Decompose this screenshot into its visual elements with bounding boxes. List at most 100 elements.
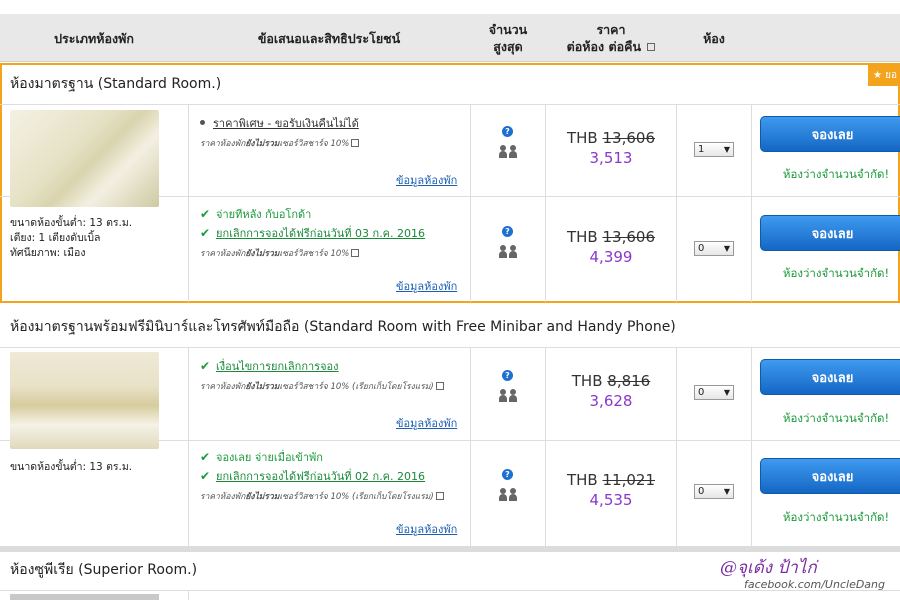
check-icon: ✔ [200,468,211,483]
offer-link[interactable]: ราคาพิเศษ - ขอรับเงินคืนไม่ได้ [213,114,359,132]
max-occupancy: ? [470,370,545,403]
price-cell: THB 13,606 3,513 [546,129,676,167]
book-now-button[interactable]: จองเลย [760,116,900,152]
note-suffix: เซอร์วิสชาร์จ 10% (เรียกเก็บโดยโรงแรม) [279,492,434,502]
book-now-button[interactable]: จองเลย [760,215,900,251]
watermark-name: @จุเด้ง ป้าไก่ [720,558,817,578]
check-icon: ✔ [200,358,211,373]
check-icon: ✔ [200,206,211,221]
old-price: 11,021 [602,471,656,489]
room-size: ขนาดห้องขั้นต่ำ: 13 ตร.ม. [10,217,133,229]
discounted-price: 4,399 [589,248,633,266]
external-link-icon[interactable] [435,382,444,390]
header-price-l1: ราคา [596,22,626,37]
currency: THB [566,228,598,246]
note-bold: ยังไม่รวม [245,382,280,392]
room-photo[interactable] [10,352,159,449]
note-prefix: ราคาห้องพัก [200,249,246,259]
top-strip [0,0,900,14]
header-offers: ข้อเสนอและสิทธิประโยชน์ [257,30,401,46]
external-link-icon[interactable] [351,139,360,147]
room-info: ขนาดห้องขั้นต่ำ: 13 ตร.ม. เตียง: 1 เตียง… [10,216,132,261]
discounted-price: 4,535 [589,491,633,509]
book-now-button[interactable]: จองเลย [760,359,900,395]
dropdown-arrow-icon: ▼ [723,145,730,154]
room-title: ห้องมาตรฐาน (Standard Room.) [10,76,222,92]
dropdown-arrow-icon: ▼ [723,388,730,397]
price-note: ราคาห้องพัก ยังไม่รวม เซอร์วิสชาร์จ 10% (… [200,379,465,393]
free-cancel-link[interactable]: ยกเลิกการจองได้ฟรีก่อนวันที่ 03 ก.ค. 201… [216,224,425,242]
table-header: ประเภทห้องพัก ข้อเสนอและสิทธิประโยชน์ จำ… [0,14,900,62]
offer-details: ✔ จ่ายทีหลัง กับอโกด้า ✔ ยกเลิกการจองได้ฟร… [200,204,465,260]
limited-availability: ห้องว่างจำนวนจำกัด! [782,266,890,280]
price-cell: THB 13,606 4,399 [546,228,676,266]
room-bed: เตียง: 1 เตียงดับเบิ้ล [10,232,101,244]
old-price: 13,606 [602,228,656,246]
offer-details: ราคาพิเศษ - ขอรับเงินคืนไม่ได้ ราคาห้องพ… [200,113,465,150]
external-link-icon[interactable] [647,43,656,51]
header-price-l2-text: ต่อห้อง ต่อคืน [566,39,641,54]
book-now-button[interactable]: จองเลย [760,458,900,494]
bullet-icon [200,120,205,125]
currency: THB [566,129,598,147]
watermark-url: facebook.com/UncleDang [744,578,885,591]
max-occupancy: ? [470,126,545,159]
external-link-icon[interactable] [435,492,444,500]
header-price: ราคา ต่อห้อง ต่อคืน [546,14,676,62]
room-title: ห้องมาตรฐานพร้อมฟรีมินิบาร์และโทรศัพท์มื… [10,319,676,335]
help-icon[interactable]: ? [502,469,513,480]
check-icon: ✔ [200,449,211,464]
offer-details: ✔ จองเลย จ่ายเมื่อเข้าพัก ✔ ยกเลิกการจองได… [200,447,465,503]
room-photo[interactable] [10,110,159,207]
currency: THB [571,372,603,390]
note-bold: ยังไม่รวม [245,249,280,259]
header-rooms: ห้อง [703,30,725,46]
old-price: 8,816 [607,372,651,390]
rooms-select[interactable]: 0 ▼ [694,241,734,256]
note-prefix: ราคาห้องพัก [200,492,246,502]
rooms-select-value: 1 [698,144,705,155]
price-cell: THB 11,021 4,535 [546,471,676,509]
check-icon: ✔ [200,225,211,240]
rooms-select-value: 0 [698,486,705,497]
price-note: ราคาห้องพัก ยังไม่รวม เซอร์วิสชาร์จ 10% [200,246,465,260]
dropdown-arrow-icon: ▼ [723,487,730,496]
help-icon[interactable]: ? [502,370,513,381]
header-max-occupancy: จำนวน สูงสุด [470,14,546,62]
offer-details: ✔ เงื่อนไขการยกเลิกการจอง ราคาห้องพัก ยังไ… [200,356,465,393]
room-photo[interactable] [10,594,159,600]
max-occupancy: ? [470,226,545,259]
price-note: ราคาห้องพัก ยังไม่รวม เซอร์วิสชาร์จ 10% [200,136,465,150]
discounted-price: 3,628 [589,392,633,410]
cancel-policy-link[interactable]: เงื่อนไขการยกเลิกการจอง [216,357,339,375]
external-link-icon[interactable] [351,249,360,257]
room-size: ขนาดห้องขั้นต่ำ: 13 ตร.ม. [10,461,133,473]
max-occupancy: ? [470,469,545,502]
discounted-price: 3,513 [589,149,633,167]
free-cancel-link[interactable]: ยกเลิกการจองได้ฟรีก่อนวันที่ 02 ก.ค. 201… [216,467,425,485]
help-icon[interactable]: ? [502,126,513,137]
header-max-occupancy-l2: สูงสุด [493,39,523,54]
header-room-type: ประเภทห้องพัก [54,30,134,46]
limited-availability: ห้องว่างจำนวนจำกัด! [782,411,890,425]
rooms-select[interactable]: 1 ▼ [694,142,734,157]
rooms-select[interactable]: 0 ▼ [694,385,734,400]
header-max-occupancy-l1: จำนวน [488,22,528,37]
offer-benefit: จองเลย จ่ายเมื่อเข้าพัก [216,450,323,464]
two-persons-icon [498,145,518,159]
header-price-l2: ต่อห้อง ต่อคืน [567,38,656,55]
help-icon[interactable]: ? [502,226,513,237]
note-bold: ยังไม่รวม [245,492,280,502]
price-note: ราคาห้องพัก ยังไม่รวม เซอร์วิสชาร์จ 10% (… [200,489,465,503]
two-persons-icon [498,389,518,403]
price-cell: THB 8,816 3,628 [546,372,676,410]
note-suffix: เซอร์วิสชาร์จ 10% [279,249,350,259]
limited-availability: ห้องว่างจำนวนจำกัด! [782,510,890,524]
note-prefix: ราคาห้องพัก [200,139,246,149]
room-info: ขนาดห้องขั้นต่ำ: 13 ตร.ม. [10,460,132,475]
note-bold: ยังไม่รวม [245,139,280,149]
note-suffix: เซอร์วิสชาร์จ 10% [279,139,350,149]
limited-availability: ห้องว่างจำนวนจำกัด! [782,167,890,181]
note-suffix: เซอร์วิสชาร์จ 10% (เรียกเก็บโดยโรงแรม) [279,382,434,392]
rooms-select[interactable]: 0 ▼ [694,484,734,499]
